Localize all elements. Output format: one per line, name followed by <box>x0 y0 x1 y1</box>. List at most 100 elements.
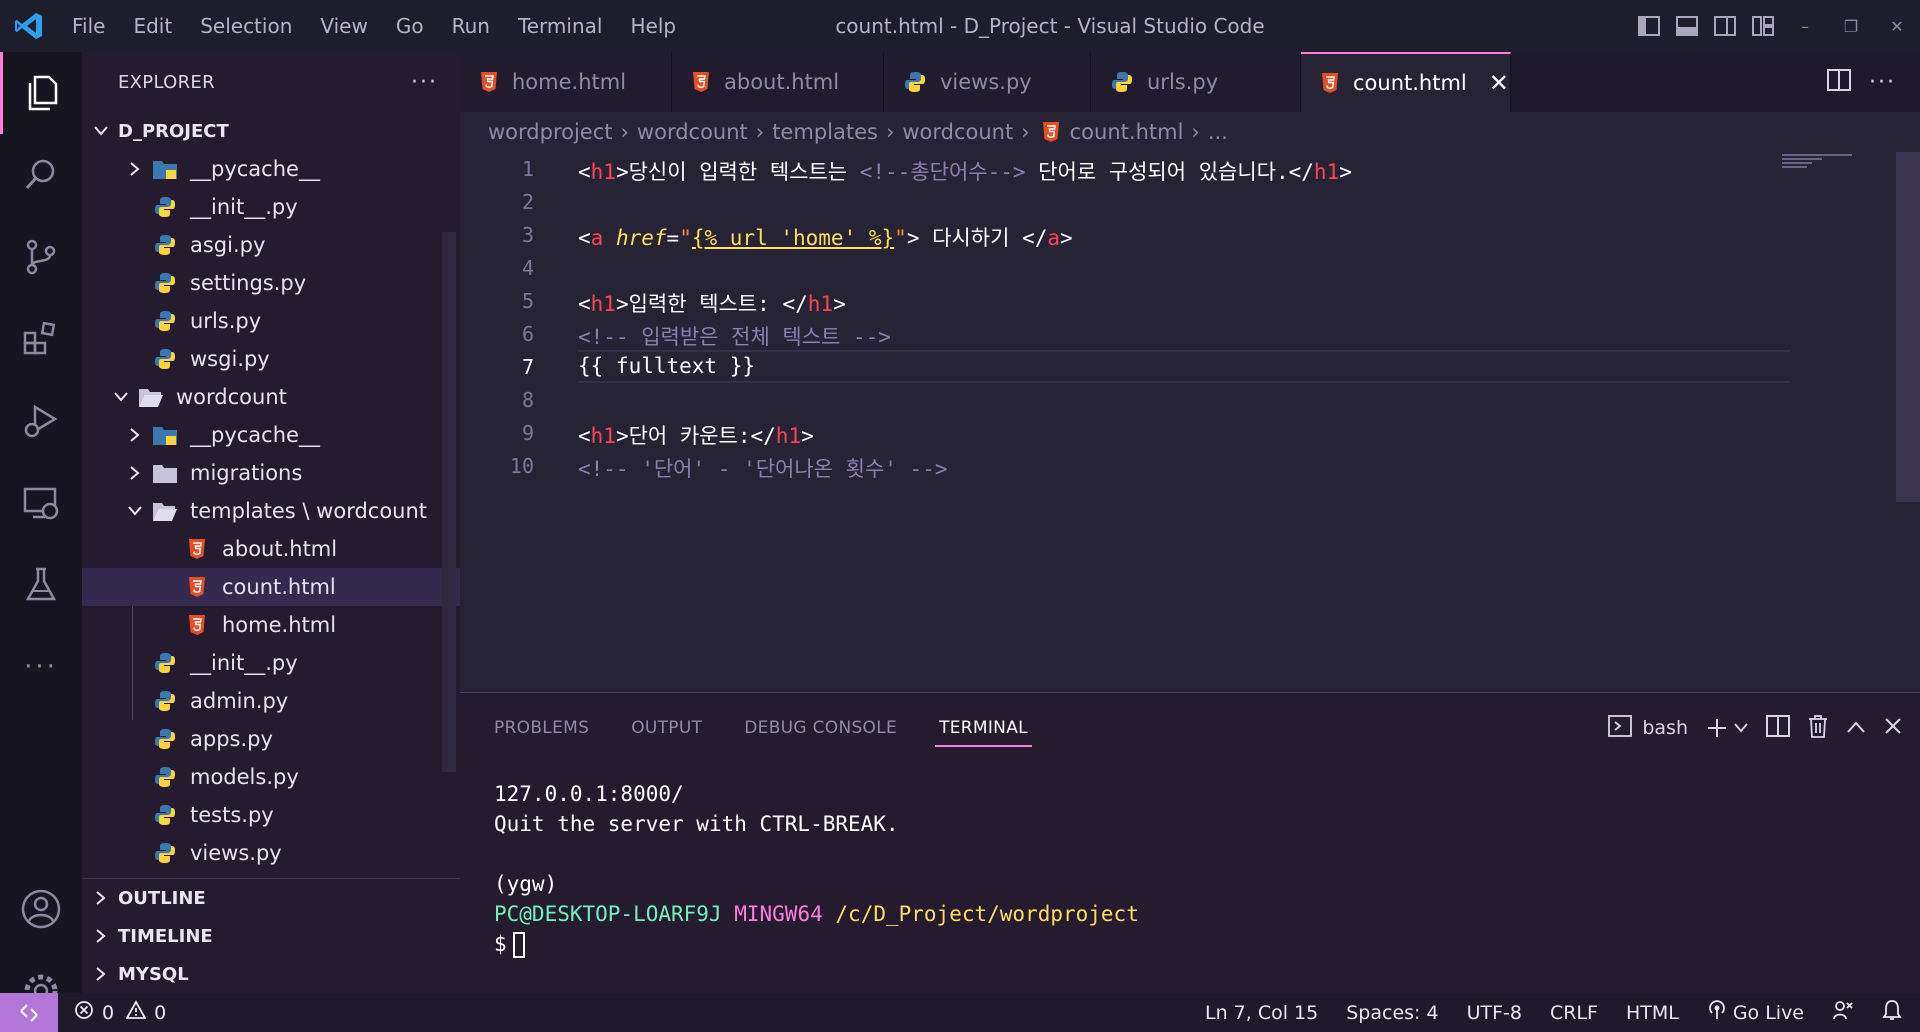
python-icon <box>152 194 178 220</box>
menu-edit[interactable]: Edit <box>119 0 186 52</box>
indentation[interactable]: Spaces: 4 <box>1346 1002 1438 1024</box>
split-terminal-icon[interactable] <box>1766 714 1790 742</box>
tab-problems[interactable]: PROBLEMS <box>494 693 589 763</box>
toggle-primary-sidebar-icon[interactable] <box>1630 0 1668 52</box>
restore-icon[interactable]: ❐ <box>1828 0 1874 52</box>
tree-item-init-py-2[interactable]: __init__.py <box>82 644 460 682</box>
close-panel-icon[interactable] <box>1884 717 1902 740</box>
tree-item-pycache-2[interactable]: __pycache__ <box>82 416 460 454</box>
more-views-icon[interactable]: ··· <box>0 626 82 708</box>
customize-layout-icon[interactable] <box>1744 0 1782 52</box>
menu-terminal[interactable]: Terminal <box>504 0 617 52</box>
tree-item-count-html[interactable]: count.html <box>82 568 460 606</box>
breadcrumb-item[interactable]: ... <box>1208 120 1228 144</box>
menu-file[interactable]: File <box>58 0 119 52</box>
tab-output[interactable]: OUTPUT <box>631 693 702 763</box>
tab-debug-console[interactable]: DEBUG CONSOLE <box>744 693 897 763</box>
maximize-panel-icon[interactable] <box>1846 717 1866 739</box>
feedback-icon[interactable] <box>1832 999 1854 1026</box>
cursor-position[interactable]: Ln 7, Col 15 <box>1205 1002 1318 1024</box>
tree-item-migrations[interactable]: migrations <box>82 454 460 492</box>
menu-selection[interactable]: Selection <box>186 0 306 52</box>
tab-urls-py[interactable]: urls.py <box>1091 52 1301 112</box>
menu-view[interactable]: View <box>306 0 381 52</box>
breadcrumb-item[interactable]: wordproject <box>488 120 613 144</box>
explorer-icon[interactable] <box>0 52 82 134</box>
folder-open-icon <box>152 498 178 524</box>
editor-scrollbar[interactable] <box>1896 152 1920 502</box>
terminal-line: (ygw) <box>494 872 558 896</box>
code-editor[interactable]: 1 2 3 4 5 6 7 8 9 10 <h1>당신이 입력한 텍스트는 <!… <box>460 152 1920 692</box>
tab-home-html[interactable]: home.html <box>460 52 672 112</box>
close-tab-icon[interactable]: ✕ <box>1489 69 1509 97</box>
tree-item-models-py[interactable]: models.py <box>82 758 460 796</box>
tree-item-wordcount-folder[interactable]: wordcount <box>82 378 460 416</box>
tab-count-html[interactable]: count.html ✕ <box>1301 52 1511 112</box>
toggle-secondary-sidebar-icon[interactable] <box>1706 0 1744 52</box>
tab-about-html[interactable]: about.html <box>672 52 884 112</box>
terminal-input-line[interactable]: $ <box>494 929 1139 959</box>
breadcrumb-item[interactable]: templates <box>772 120 878 144</box>
line-number: 2 <box>521 189 534 214</box>
chevron-down-icon <box>124 506 146 516</box>
language-mode[interactable]: HTML <box>1626 1002 1679 1024</box>
breadcrumb-item[interactable]: count.html <box>1070 120 1184 144</box>
source-control-icon[interactable] <box>0 216 82 298</box>
accounts-icon[interactable] <box>0 868 82 950</box>
tree-item-views-py[interactable]: views.py <box>82 834 460 872</box>
run-debug-icon[interactable] <box>0 380 82 462</box>
tree-item-wsgi-py[interactable]: wsgi.py <box>82 340 460 378</box>
tree-item-admin-py[interactable]: admin.py <box>82 682 460 720</box>
new-terminal-icon[interactable] <box>1706 717 1748 739</box>
menu-run[interactable]: Run <box>438 0 504 52</box>
trash-icon[interactable] <box>1808 714 1828 743</box>
tree-item-tests-py[interactable]: tests.py <box>82 796 460 834</box>
tree-item-about-html[interactable]: about.html <box>82 530 460 568</box>
menu-go[interactable]: Go <box>382 0 438 52</box>
close-window-icon[interactable]: ✕ <box>1874 0 1920 52</box>
breadcrumb-item[interactable]: wordcount <box>637 120 748 144</box>
line-number: 10 <box>509 453 534 478</box>
tree-item-init-py[interactable]: __init__.py <box>82 188 460 226</box>
mysql-section-header[interactable]: MYSQL <box>82 955 460 993</box>
menu-help[interactable]: Help <box>616 0 690 52</box>
code-line-6: <!-- 입력받은 전체 텍스트 --> <box>578 325 891 349</box>
search-icon[interactable] <box>0 134 82 216</box>
tree-item-apps-py[interactable]: apps.py <box>82 720 460 758</box>
editor-more-actions-icon[interactable]: ··· <box>1869 70 1896 95</box>
remote-explorer-icon[interactable] <box>0 462 82 544</box>
tree-item-home-html[interactable]: home.html <box>82 606 460 644</box>
tree-item-urls-py[interactable]: urls.py <box>82 302 460 340</box>
line-number: 7 <box>521 354 534 379</box>
chevron-right-icon: › <box>620 120 629 144</box>
tree-item-templates-folder[interactable]: templates \ wordcount <box>82 492 460 530</box>
terminal-shell-selector[interactable]: bash <box>1608 714 1688 742</box>
problems-indicator[interactable]: 0 0 <box>58 1000 166 1025</box>
go-live-button[interactable]: Go Live <box>1707 1000 1804 1025</box>
bottom-panel: PROBLEMS OUTPUT DEBUG CONSOLE TERMINAL b… <box>460 692 1920 993</box>
minimize-icon[interactable]: – <box>1782 0 1828 52</box>
terminal-output[interactable]: 127.0.0.1:8000/ Quit the server with CTR… <box>494 779 1139 959</box>
remote-indicator-icon[interactable] <box>0 993 58 1032</box>
explorer-more-actions-icon[interactable]: ··· <box>411 70 438 95</box>
folder-pycache-icon <box>152 422 178 448</box>
sidebar-scrollbar[interactable] <box>442 232 456 772</box>
outline-section-header[interactable]: OUTLINE <box>82 879 460 917</box>
tree-item-settings-py[interactable]: settings.py <box>82 264 460 302</box>
minimap[interactable] <box>1782 152 1882 172</box>
extensions-icon[interactable] <box>0 298 82 380</box>
notifications-bell-icon[interactable] <box>1882 999 1902 1026</box>
split-editor-icon[interactable] <box>1827 69 1852 95</box>
project-folder-header[interactable]: D_PROJECT <box>82 112 460 150</box>
tree-item-pycache[interactable]: __pycache__ <box>82 150 460 188</box>
breadcrumb-item[interactable]: wordcount <box>902 120 1013 144</box>
line-ending[interactable]: CRLF <box>1550 1002 1598 1024</box>
testing-icon[interactable] <box>0 544 82 626</box>
tab-terminal[interactable]: TERMINAL <box>935 693 1032 763</box>
timeline-section-header[interactable]: TIMELINE <box>82 917 460 955</box>
toggle-panel-icon[interactable] <box>1668 0 1706 52</box>
tab-views-py[interactable]: views.py <box>884 52 1091 112</box>
file-tree: __pycache__ __init__.py asgi.py settings… <box>82 150 460 872</box>
tree-item-asgi-py[interactable]: asgi.py <box>82 226 460 264</box>
encoding[interactable]: UTF-8 <box>1467 1002 1522 1024</box>
